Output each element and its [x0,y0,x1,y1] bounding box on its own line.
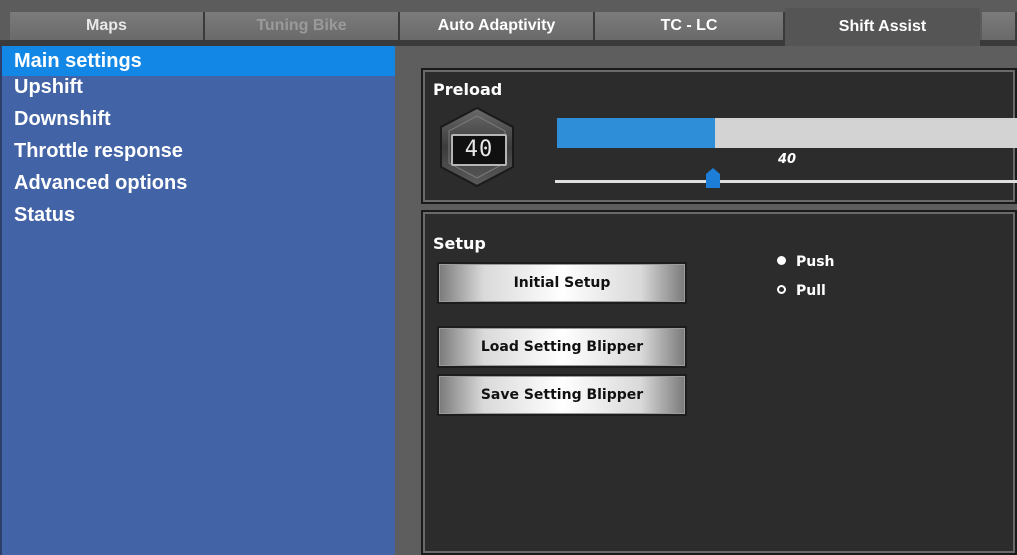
tab-auto-adaptivity[interactable]: Auto Adaptivity [400,12,595,40]
pull-label: Pull [796,283,826,299]
sidebar-item-downshift[interactable]: Downshift [2,108,395,140]
sidebar-item-upshift[interactable]: Upshift [2,76,395,108]
setup-title: Setup [433,234,486,253]
sidebar-item-throttle-response[interactable]: Throttle response [2,140,395,172]
radio-selected-icon [777,256,786,265]
preload-gauge: 40 [437,106,517,188]
sidebar-item-status[interactable]: Status [2,204,395,236]
save-setting-blipper-button[interactable]: Save Setting Blipper [437,374,687,416]
sidebar-item-advanced-options[interactable]: Advanced options [2,172,395,204]
push-radio[interactable]: Push [777,254,835,270]
preload-slider[interactable] [555,180,1017,183]
sidebar-item-main-settings[interactable]: Main settings [2,46,395,76]
main-content: Preload 40 40 Setup Initial Setup Load S… [395,46,1017,555]
setup-panel: Setup Initial Setup Load Setting Blipper… [421,210,1017,555]
tab-tc-lc[interactable]: TC - LC [595,12,785,40]
tab-shift-assist[interactable]: Shift Assist [785,8,980,46]
pull-radio[interactable]: Pull [777,283,826,299]
preload-slider-thumb[interactable] [706,168,720,188]
tab-next[interactable] [982,12,1017,40]
push-label: Push [796,254,835,270]
sidebar: Main settings Upshift Downshift Throttle… [0,46,395,555]
tab-bar: Maps Tuning Bike Auto Adaptivity TC - LC… [0,0,1017,46]
radio-unselected-icon [777,285,786,294]
initial-setup-button[interactable]: Initial Setup [437,262,687,304]
preload-value-label: 40 [778,152,797,167]
preload-level-bar [557,118,1017,148]
tab-maps[interactable]: Maps [10,12,205,40]
preload-display: 40 [451,134,507,166]
preload-level-fill [557,118,715,148]
load-setting-blipper-button[interactable]: Load Setting Blipper [437,326,687,368]
preload-panel: Preload 40 40 [421,68,1017,204]
tab-tuning-bike[interactable]: Tuning Bike [205,12,400,40]
preload-title: Preload [433,80,503,99]
